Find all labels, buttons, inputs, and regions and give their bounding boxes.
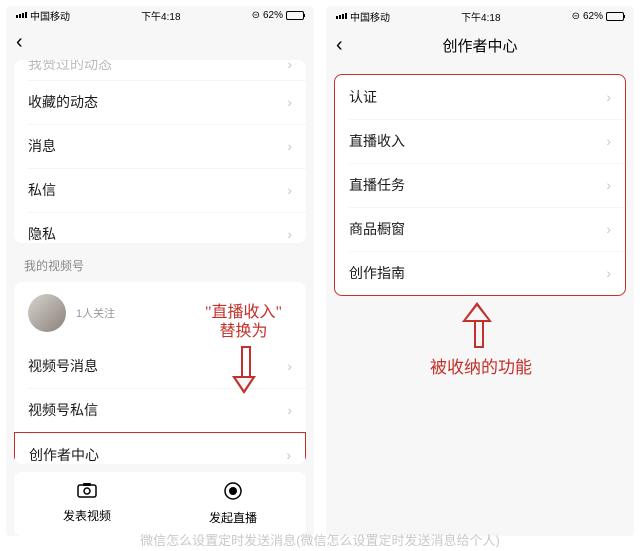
chevron-right-icon: › [606,177,611,193]
do-not-disturb-icon: ⊝ [572,11,580,22]
annotation-collapsed: 被收纳的功能 [430,358,532,378]
arrow-up-icon [462,298,492,348]
follower-count: 1人关注 [76,305,115,321]
list-item-cutoff[interactable]: 我赞过的动态 › [14,60,306,80]
signal-icon [16,12,27,18]
chevron-right-icon: › [606,265,611,281]
carrier-label: 中国移动 [30,8,70,23]
annotation-replace: "直播收入" 替换为 [205,303,282,341]
footer-caption: 微信怎么设置定时发送消息(微信怎么设置定时发送消息给个人) [0,530,640,549]
creator-center-row[interactable]: 创作者中心 › [14,432,306,465]
battery-pct: 62% [263,10,283,21]
list-item[interactable]: 收藏的动态 › [14,80,306,124]
list-item[interactable]: 认证 › [335,75,625,119]
list-item[interactable]: 私信 › [14,168,306,212]
list-item[interactable]: 视频号消息 › [14,344,306,388]
start-live-button[interactable]: 发起直播 [160,472,306,536]
chevron-right-icon: › [606,89,611,105]
signal-icon [336,13,347,19]
back-button[interactable]: ‹ [16,31,23,54]
section-header: 我的视频号 [6,243,314,282]
chevron-right-icon: › [286,447,291,463]
chevron-right-icon: › [287,358,292,374]
bottom-actions: 发表视频 发起直播 [14,472,306,536]
list-item[interactable]: 消息 › [14,124,306,168]
do-not-disturb-icon: ⊝ [252,10,260,21]
arrow-down-icon [232,346,256,396]
publish-video-button[interactable]: 发表视频 [14,472,160,536]
chevron-right-icon: › [287,94,292,110]
list-item[interactable]: 直播收入 › [335,119,625,163]
status-bar: 中国移动 下午4:18 ⊝ 62% [326,6,634,26]
chevron-right-icon: › [287,226,292,242]
camera-icon [77,482,97,503]
chevron-right-icon: › [606,133,611,149]
carrier-label: 中国移动 [350,9,390,24]
list-item[interactable]: 视频号私信 › [14,388,306,432]
list-item[interactable]: 隐私 › [14,212,306,243]
clock: 下午4:18 [141,8,180,23]
nav-bar: ‹ [6,25,314,60]
nav-bar: ‹ 创作者中心 [326,26,634,64]
phone-right: 中国移动 下午4:18 ⊝ 62% ‹ 创作者中心 认证 › 直播收入 › [326,6,634,536]
chevron-right-icon: › [287,60,292,72]
page-title: 创作者中心 [326,35,634,56]
chevron-right-icon: › [287,182,292,198]
battery-icon [606,12,624,21]
list-item[interactable]: 直播任务 › [335,163,625,207]
live-icon [224,482,242,505]
chevron-right-icon: › [287,402,292,418]
phone-left: 中国移动 下午4:18 ⊝ 62% ‹ 我赞过的动态 › 收藏的动态 › 消息 [6,6,314,536]
clock: 下午4:18 [461,9,500,24]
settings-group-1: 我赞过的动态 › 收藏的动态 › 消息 › 私信 › 隐私 › [14,60,306,243]
status-bar: 中国移动 下午4:18 ⊝ 62% [6,6,314,25]
list-item[interactable]: 创作指南 › [335,251,625,295]
chevron-right-icon: › [287,138,292,154]
battery-pct: 62% [583,11,603,22]
avatar [28,294,66,332]
battery-icon [286,11,304,20]
chevron-right-icon: › [606,221,611,237]
list-item[interactable]: 商品橱窗 › [335,207,625,251]
creator-menu-group: 认证 › 直播收入 › 直播任务 › 商品橱窗 › 创作指南 › [334,74,626,296]
